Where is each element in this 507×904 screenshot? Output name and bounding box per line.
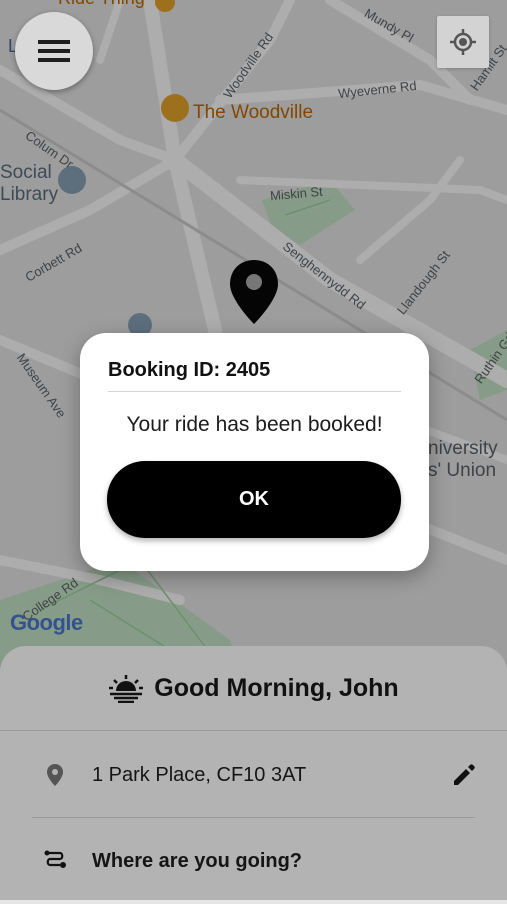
booking-confirmation-dialog: Booking ID: 2405 Your ride has been book… — [80, 333, 429, 571]
my-location-icon — [450, 29, 476, 55]
sheet-divider — [0, 730, 507, 731]
greeting-header: Good Morning, John — [0, 646, 507, 730]
dialog-divider — [108, 391, 401, 392]
map-pin-icon — [230, 260, 278, 324]
my-location-button[interactable] — [437, 16, 489, 68]
route-icon — [42, 848, 68, 874]
hamburger-menu-icon — [38, 40, 70, 62]
greeting-text: Good Morning, John — [154, 673, 399, 702]
menu-button[interactable] — [15, 12, 93, 90]
destination-input[interactable]: Where are you going? — [92, 850, 302, 873]
dialog-title: Booking ID: 2405 — [108, 359, 271, 381]
pickup-row[interactable]: 1 Park Place, CF10 3AT — [0, 732, 507, 818]
bottom-sheet: Good Morning, John 1 Park Place, CF10 3A… — [0, 646, 507, 900]
location-pin-icon — [42, 762, 68, 788]
ok-button[interactable]: OK — [107, 461, 401, 538]
dialog-message: Your ride has been booked! — [126, 413, 383, 436]
pickup-address: 1 Park Place, CF10 3AT — [92, 763, 307, 786]
destination-row[interactable]: Where are you going? — [0, 818, 507, 904]
sunrise-icon — [109, 675, 144, 703]
pencil-icon[interactable] — [451, 762, 477, 788]
